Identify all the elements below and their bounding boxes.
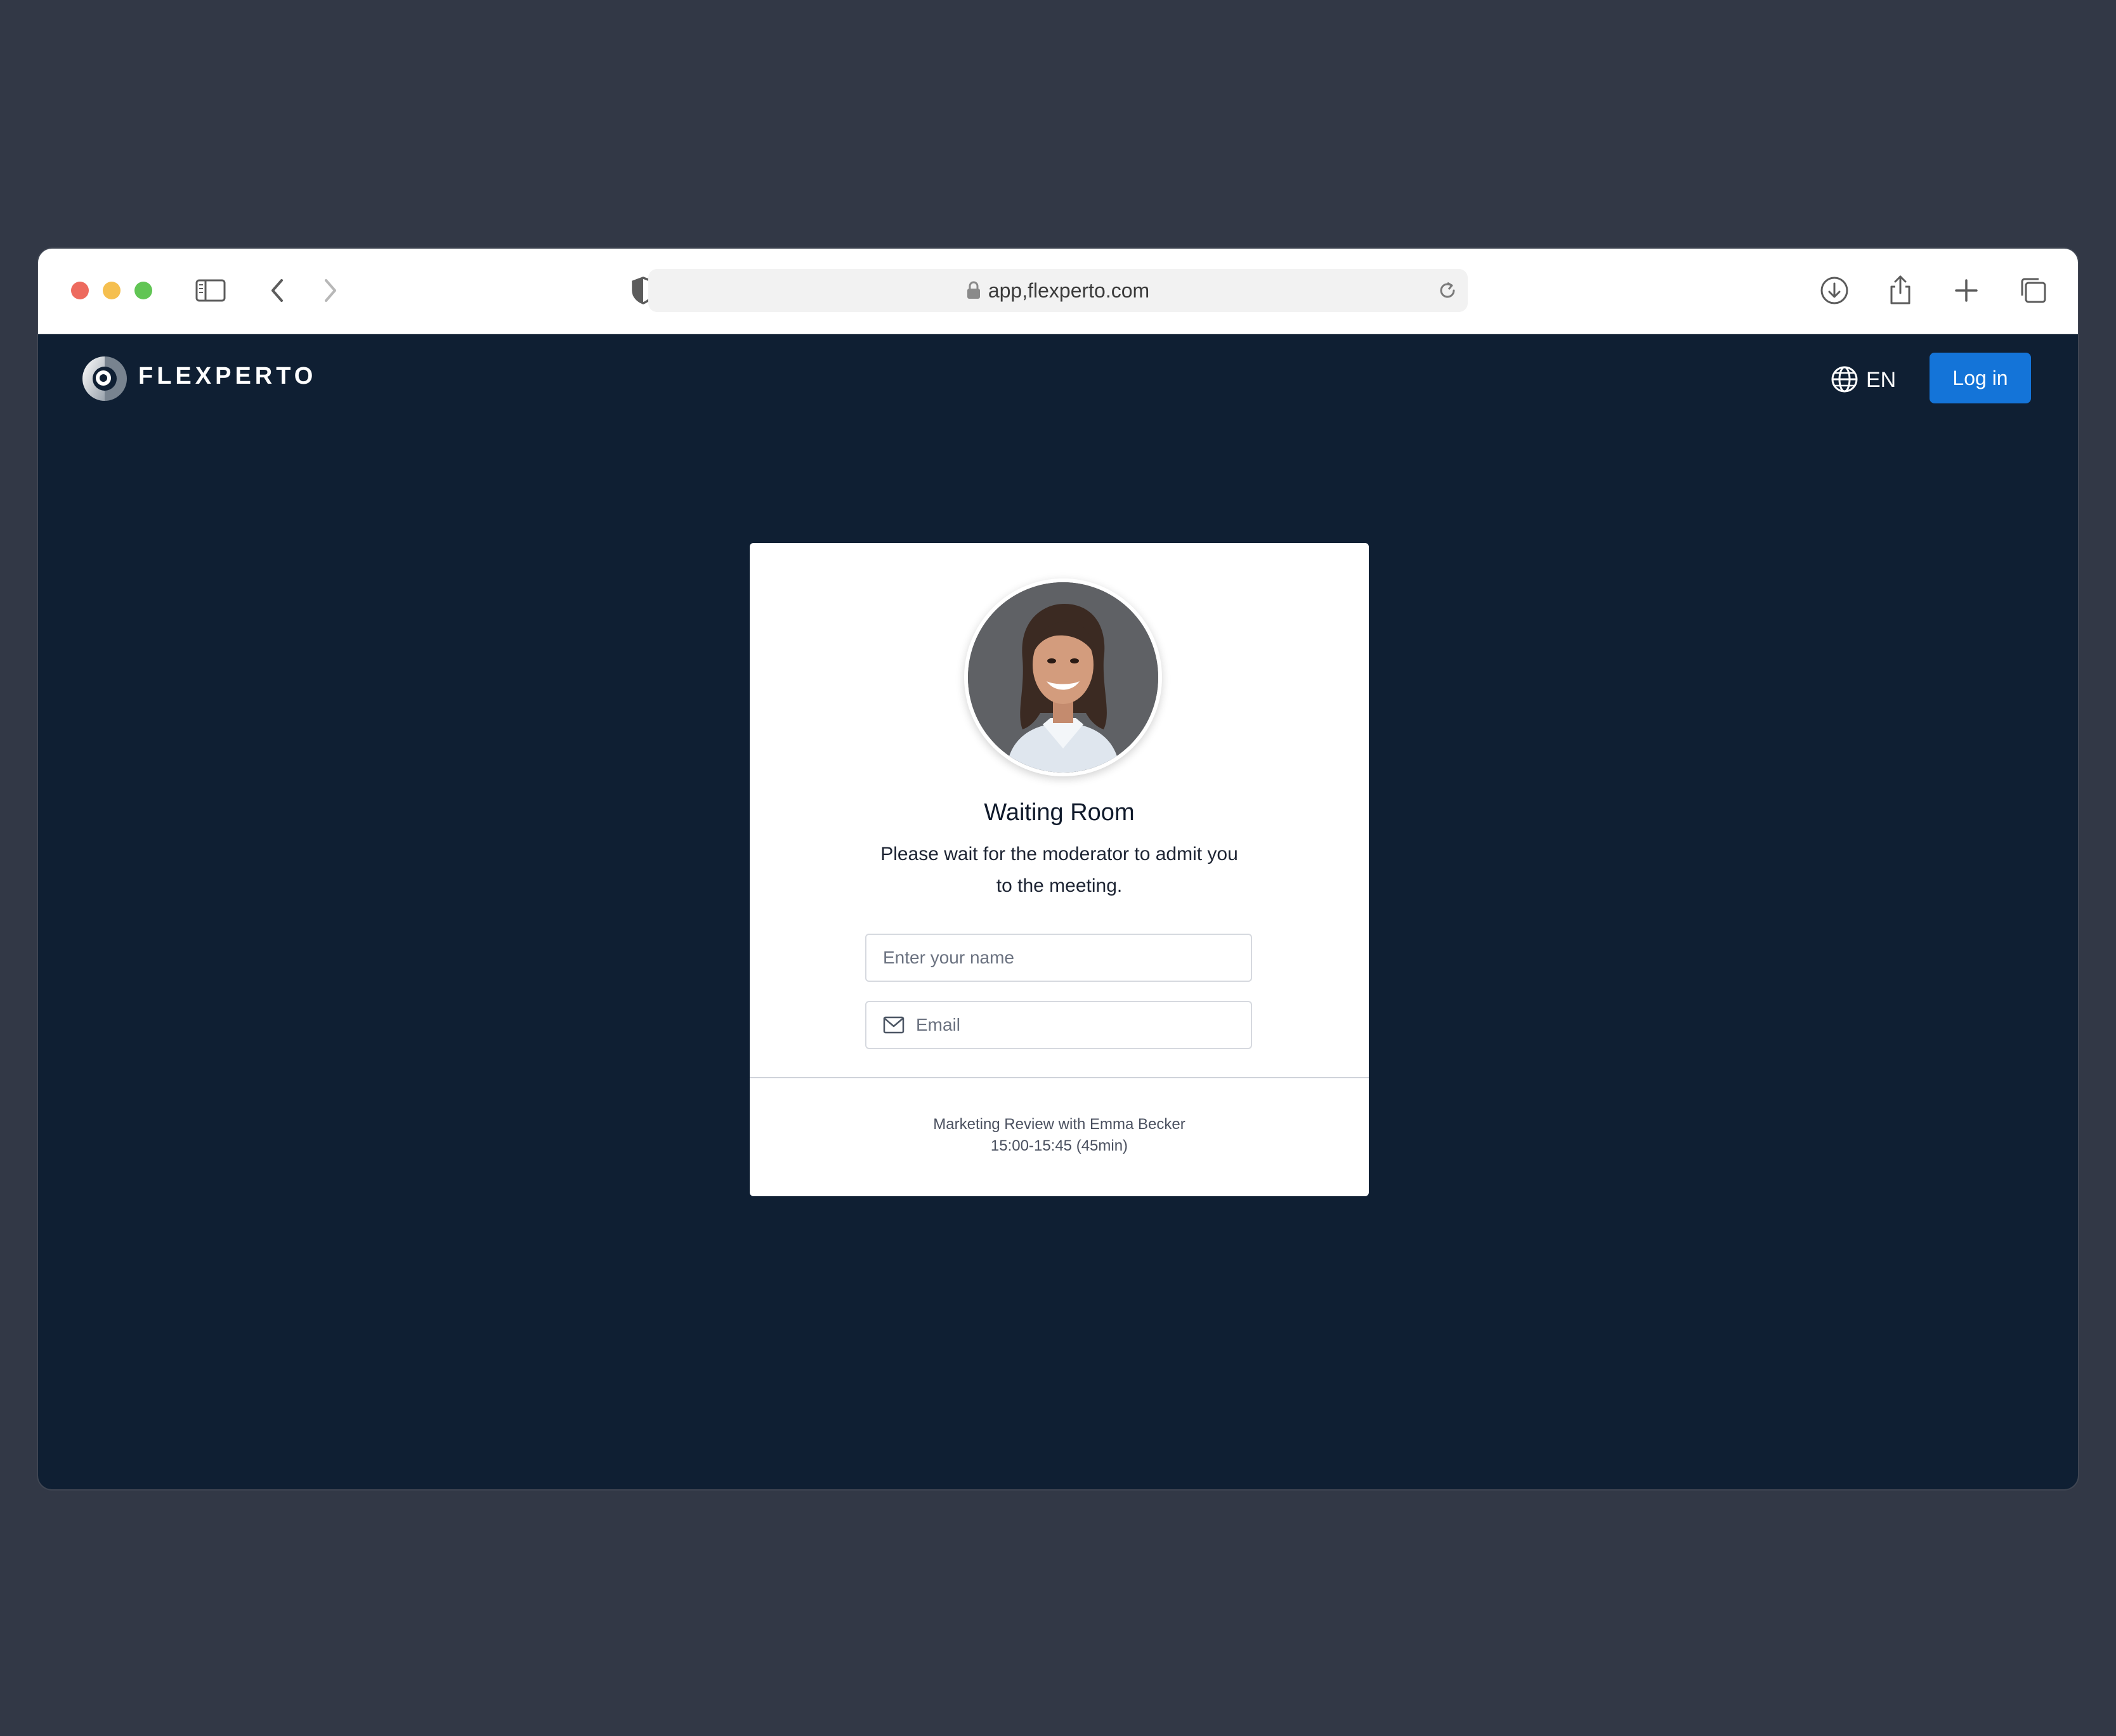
new-tab-icon[interactable] bbox=[1950, 274, 1983, 307]
mail-icon bbox=[883, 1016, 905, 1034]
language-label: EN bbox=[1866, 368, 1897, 392]
app-header: FLEXPERTO EN Log in bbox=[38, 334, 2078, 435]
lock-icon bbox=[967, 281, 980, 299]
back-icon[interactable] bbox=[261, 274, 294, 307]
globe-icon bbox=[1831, 366, 1858, 393]
share-icon[interactable] bbox=[1884, 274, 1917, 307]
waiting-room-card: Waiting Room Please wait for the moderat… bbox=[750, 543, 1369, 1196]
card-divider bbox=[750, 1077, 1369, 1078]
email-field-wrapper[interactable] bbox=[865, 1001, 1252, 1049]
meeting-info: Marketing Review with Emma Becker 15:00-… bbox=[750, 1114, 1369, 1157]
browser-window: app,flexperto.com FLEXPERTO EN Log in Wa… bbox=[38, 249, 2078, 1489]
meeting-time: 15:00-15:45 (45min) bbox=[990, 1137, 1128, 1154]
minimize-window-button[interactable] bbox=[103, 282, 121, 299]
forward-icon[interactable] bbox=[313, 274, 346, 307]
waiting-description: Please wait for the moderator to admit y… bbox=[880, 844, 1238, 896]
name-input[interactable] bbox=[865, 934, 1252, 982]
meeting-title: Marketing Review with Emma Becker bbox=[933, 1116, 1185, 1133]
tabs-overview-icon[interactable] bbox=[2016, 274, 2049, 307]
brand-name: FLEXPERTO bbox=[138, 363, 317, 389]
browser-toolbar: app,flexperto.com bbox=[38, 249, 2078, 334]
sidebar-icon[interactable] bbox=[194, 274, 227, 307]
avatar bbox=[964, 578, 1162, 776]
address-bar[interactable]: app,flexperto.com bbox=[648, 269, 1468, 312]
close-window-button[interactable] bbox=[71, 282, 89, 299]
login-button[interactable]: Log in bbox=[1930, 353, 2031, 403]
email-input[interactable] bbox=[865, 1001, 1252, 1049]
reload-icon[interactable] bbox=[1435, 278, 1460, 303]
zoom-window-button[interactable] bbox=[134, 282, 152, 299]
flexperto-logo[interactable] bbox=[82, 355, 127, 402]
url-text: app,flexperto.com bbox=[988, 279, 1150, 302]
download-icon[interactable] bbox=[1818, 274, 1851, 307]
page-title: Waiting Room bbox=[984, 799, 1135, 826]
